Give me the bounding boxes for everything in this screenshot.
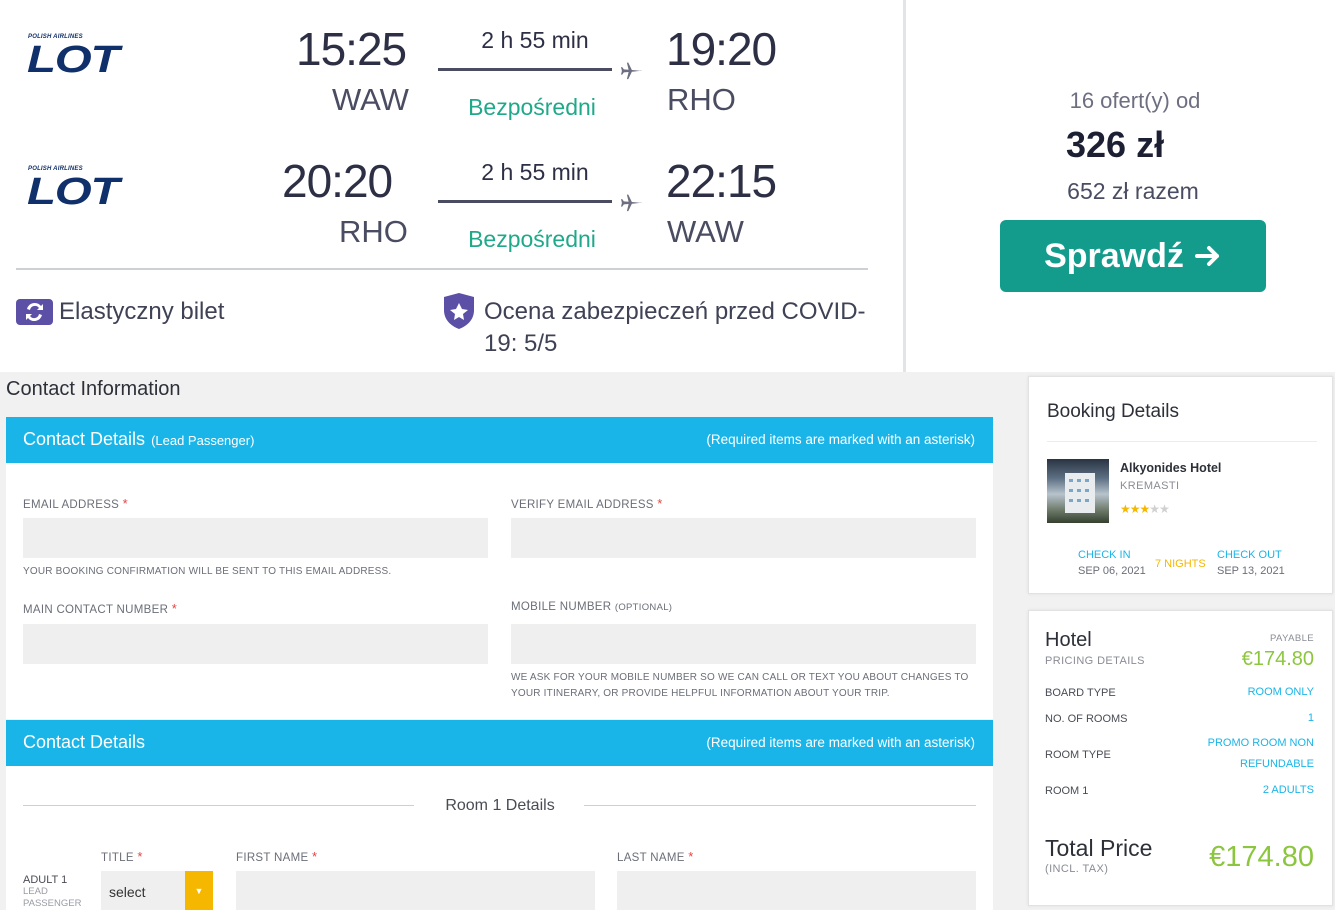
last-name-label: LAST NAME * — [617, 849, 694, 864]
offers-count: 16 ofert(y) od — [1069, 88, 1201, 113]
plane-icon — [621, 194, 642, 212]
divider — [16, 268, 868, 270]
contact-details-header-2: Contact Details (Required items are mark… — [6, 720, 993, 766]
payable-amount: €174.80 — [1241, 648, 1314, 670]
email-label: EMAIL ADDRESS * — [23, 496, 129, 511]
arrival-time: 19:20 — [666, 23, 777, 75]
star-empty-icon: ★ — [1149, 502, 1160, 516]
arrow-right-icon — [1194, 246, 1219, 266]
pricing-card: Hotel PRICING DETAILS PAYABLE €174.80 BO… — [1028, 610, 1333, 906]
lot-airline-logo: POLISH AIRLINES LOT — [27, 34, 127, 84]
covid-safety-label-line2: 19: 5/5 — [484, 330, 558, 357]
booking-details-card: Booking Details Alkyonides Hotel KREMAST… — [1028, 376, 1333, 594]
chevron-down-icon: ▼ — [185, 871, 213, 910]
section-title: Contact Information — [6, 378, 181, 400]
nonstop-label: Bezpośredni — [468, 226, 596, 252]
flight-duration: 2 h 55 min — [481, 159, 589, 185]
nights-count: 7 NIGHTS — [1155, 558, 1206, 570]
departure-time: 20:20 — [282, 155, 393, 207]
plane-icon — [621, 62, 642, 80]
rooms-count-value: 1 — [1307, 712, 1314, 724]
flight-duration: 2 h 55 min — [481, 27, 589, 53]
covid-safety-label-line1: Ocena zabezpieczeń przed COVID- — [484, 298, 866, 325]
flexible-ticket-icon — [16, 299, 53, 325]
vertical-divider — [903, 0, 906, 372]
verify-email-label: VERIFY EMAIL ADDRESS * — [511, 496, 663, 511]
arrival-airport: RHO — [667, 82, 736, 117]
mobile-hint: WE ASK FOR YOUR MOBILE NUMBER SO WE CAN … — [511, 672, 969, 699]
star-filled-icon: ★ — [1129, 502, 1141, 516]
arrival-time: 22:15 — [666, 155, 777, 207]
first-name-label: FIRST NAME * — [236, 849, 318, 864]
booking-form-area: Contact Information Contact Details (Lead… — [0, 372, 1335, 910]
flight-result-card: POLISH AIRLINES LOT 15:25 WAW 2 h 55 min… — [0, 0, 1335, 372]
total-price-label: Total Price — [1045, 835, 1153, 861]
panel-title: Contact Details — [23, 732, 146, 752]
rooms-count-label: NO. OF ROOMS — [1045, 713, 1128, 725]
arrival-airport: WAW — [667, 214, 744, 249]
room-occupancy-value: 2 ADULTS — [1262, 784, 1314, 796]
check-button-label: Sprawdź — [1044, 236, 1184, 275]
total-price-amount: €174.80 — [1209, 841, 1314, 873]
main-contact-label: MAIN CONTACT NUMBER * — [23, 601, 178, 616]
hotel-city: KREMASTI — [1120, 480, 1180, 492]
last-name-field[interactable] — [617, 871, 976, 910]
star-filled-icon: ★ — [1120, 502, 1131, 516]
required-note: (Required items are marked with an aster… — [706, 432, 975, 447]
lot-airline-logo: POLISH AIRLINES LOT — [27, 166, 127, 216]
payable-label: PAYABLE — [1270, 633, 1314, 644]
hotel-name: Alkyonides Hotel — [1120, 461, 1222, 475]
check-out-label: CHECK OUT — [1217, 549, 1282, 561]
nonstop-label: Bezpośredni — [468, 94, 596, 120]
total-price-tax-note: (INCL. TAX) — [1045, 863, 1109, 875]
card-title: Booking Details — [1047, 401, 1180, 422]
departure-time: 15:25 — [296, 23, 407, 75]
check-offer-button[interactable]: Sprawdź — [1000, 220, 1266, 292]
email-field[interactable] — [23, 518, 488, 558]
check-out-date: SEP 13, 2021 — [1217, 565, 1285, 577]
panel-subtitle: (Lead Passenger) — [151, 433, 255, 448]
divider — [584, 805, 976, 806]
total-price: 652 zł razem — [1067, 178, 1199, 204]
star-filled-icon: ★ — [1139, 502, 1151, 516]
room-occupancy-label: ROOM 1 — [1045, 785, 1089, 797]
route-line — [438, 68, 612, 71]
adult-label: ADULT 1 LEAD PASSENGER — [23, 874, 82, 909]
email-hint: YOUR BOOKING CONFIRMATION WILL BE SENT T… — [23, 566, 392, 577]
airline-logo-text: LOT — [27, 39, 119, 81]
room-title: Room 1 Details — [445, 797, 555, 814]
airline-logo-text: LOT — [27, 171, 119, 213]
mobile-field[interactable] — [511, 624, 976, 664]
departure-airport: WAW — [332, 82, 409, 117]
title-select[interactable]: select ▼ — [101, 871, 213, 910]
divider — [1047, 441, 1317, 442]
divider — [23, 805, 414, 806]
required-note: (Required items are marked with an aster… — [706, 735, 975, 750]
board-type-value: ROOM ONLY — [1247, 686, 1314, 698]
contact-details-header: Contact Details (Lead Passenger) (Require… — [6, 417, 993, 463]
select-value: select — [109, 884, 146, 900]
first-name-field[interactable] — [236, 871, 595, 910]
main-contact-field[interactable] — [23, 624, 488, 664]
price: 326 zł — [1066, 124, 1165, 165]
verify-email-field[interactable] — [511, 518, 976, 558]
route-line — [438, 200, 612, 203]
pricing-title: Hotel — [1045, 629, 1092, 651]
mobile-label: MOBILE NUMBER (OPTIONAL) — [511, 601, 673, 613]
board-type-label: BOARD TYPE — [1045, 687, 1116, 699]
shield-icon — [444, 293, 474, 329]
flexible-ticket-label: Elastyczny bilet — [59, 298, 225, 325]
check-in-date: SEP 06, 2021 — [1078, 565, 1146, 577]
hotel-image — [1047, 459, 1109, 523]
title-label: TITLE * — [101, 849, 143, 864]
star-rating: ★★★★★ — [1120, 502, 1170, 516]
pricing-subtitle: PRICING DETAILS — [1045, 655, 1145, 667]
star-empty-icon: ★ — [1159, 502, 1170, 516]
room-type-label: ROOM TYPE — [1045, 749, 1111, 761]
room-type-value: PROMO ROOM NON REFUNDABLE — [1207, 737, 1314, 770]
check-in-label: CHECK IN — [1078, 549, 1131, 561]
departure-airport: RHO — [339, 214, 408, 249]
panel-title: Contact Details — [23, 429, 146, 449]
